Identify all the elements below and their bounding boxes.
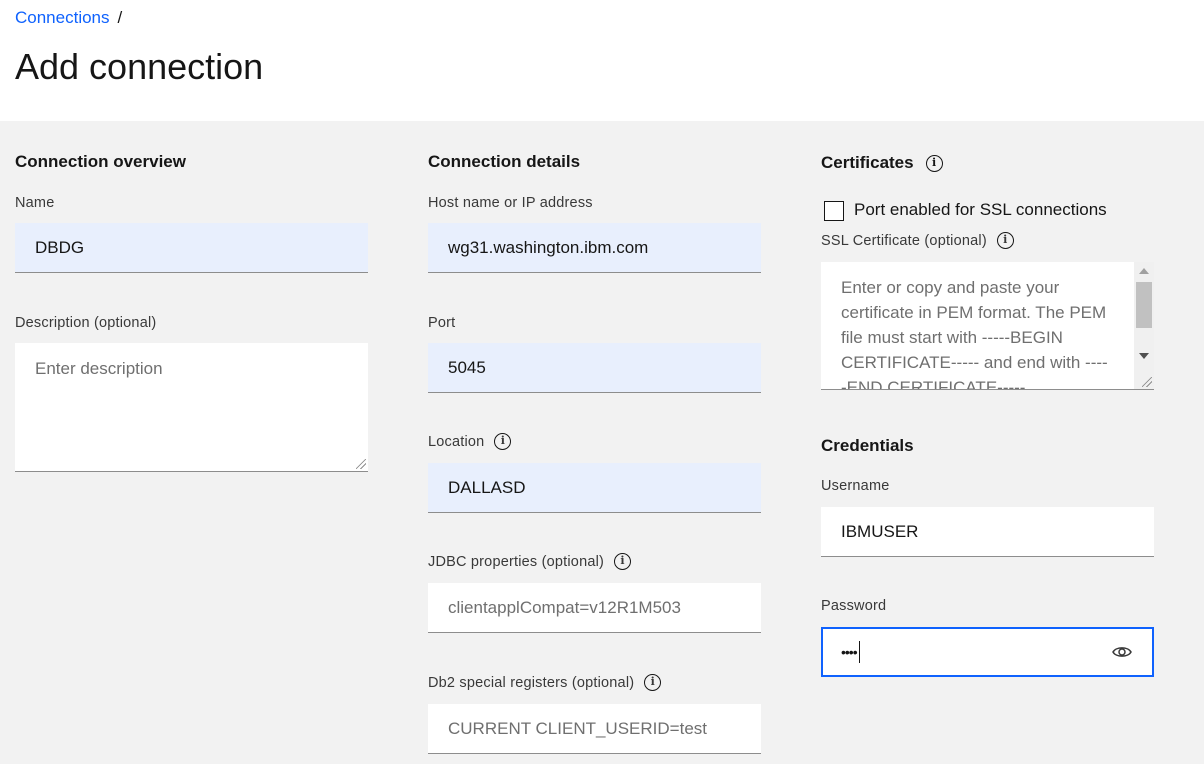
page-title: Add connection [15, 46, 264, 87]
port-input[interactable]: 5045 [428, 343, 761, 393]
breadcrumb-separator: / [117, 8, 123, 27]
certificate-textarea[interactable]: Enter or copy and paste your certificate… [821, 262, 1154, 390]
cert-label: SSL Certificate (optional) [821, 232, 987, 249]
info-icon[interactable]: i [644, 674, 662, 691]
eye-icon[interactable] [1112, 644, 1132, 660]
registers-input[interactable]: CURRENT CLIENT_USERID=test [428, 704, 761, 754]
description-placeholder: Enter description [35, 359, 163, 378]
description-textarea[interactable]: Enter description [15, 343, 368, 472]
username-label: Username [821, 478, 890, 494]
section-heading-certificates-row: Certificates i [821, 153, 943, 173]
cert-label-row: SSL Certificate (optional) i [821, 232, 1014, 249]
scroll-thumb[interactable] [1136, 282, 1152, 328]
location-input[interactable]: DALLASD [428, 463, 761, 513]
name-label: Name [15, 195, 55, 211]
host-label: Host name or IP address [428, 195, 593, 211]
section-heading-details: Connection details [428, 152, 581, 171]
password-label: Password [821, 598, 887, 614]
info-icon[interactable]: i [925, 154, 943, 172]
password-input[interactable]: •••• [821, 627, 1154, 677]
info-icon[interactable]: i [996, 232, 1014, 249]
info-icon[interactable]: i [494, 433, 512, 450]
jdbc-label: JDBC properties (optional) [428, 553, 605, 570]
jdbc-input[interactable]: clientapplCompat=v12R1M503 [428, 583, 761, 633]
port-label: Port [428, 315, 456, 331]
text-cursor [858, 641, 861, 663]
scroll-down-arrow-icon[interactable] [1139, 353, 1149, 359]
ssl-checkbox[interactable] [824, 201, 844, 221]
password-value: •••• [841, 644, 858, 660]
ssl-checkbox-label[interactable]: Port enabled for SSL connections [854, 200, 1107, 220]
resize-handle-icon[interactable] [1142, 377, 1152, 387]
section-heading-overview: Connection overview [15, 152, 186, 171]
textarea-scrollbar[interactable] [1134, 262, 1154, 389]
scroll-up-arrow-icon[interactable] [1139, 268, 1149, 274]
name-input[interactable]: DBDG [15, 223, 368, 273]
resize-handle-icon[interactable] [356, 459, 366, 469]
breadcrumb-link-connections[interactable]: Connections [15, 8, 110, 27]
info-icon[interactable]: i [614, 553, 632, 570]
section-heading-certificates: Certificates [821, 153, 914, 172]
section-heading-credentials: Credentials [821, 436, 914, 455]
location-label: Location [428, 433, 485, 450]
breadcrumb: Connections / [15, 8, 122, 28]
registers-label: Db2 special registers (optional) [428, 674, 635, 691]
jdbc-label-row: JDBC properties (optional) i [428, 553, 632, 570]
description-label: Description (optional) [15, 315, 157, 331]
host-input[interactable]: wg31.washington.ibm.com [428, 223, 761, 273]
location-label-row: Location i [428, 433, 512, 450]
page-header: Connections / Add connection [0, 0, 1204, 121]
username-input[interactable]: IBMUSER [821, 507, 1154, 557]
registers-label-row: Db2 special registers (optional) i [428, 674, 662, 691]
certificate-placeholder: Enter or copy and paste your certificate… [841, 278, 1108, 390]
